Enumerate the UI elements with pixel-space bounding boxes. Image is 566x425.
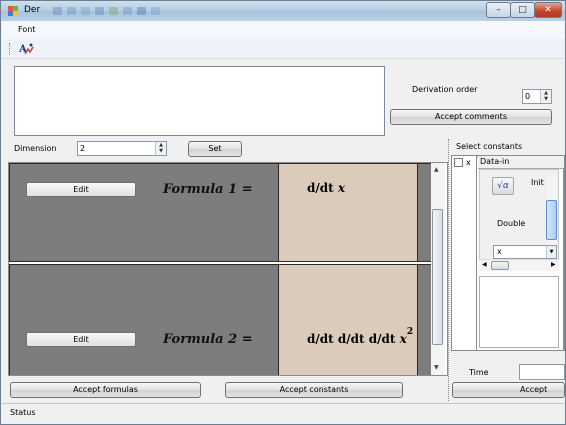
quick-access-icon — [151, 7, 160, 15]
close-button[interactable]: ✕ — [534, 2, 562, 18]
data-in-vscroll[interactable] — [546, 176, 557, 246]
dimension-value: 2 — [80, 144, 86, 153]
formula-row: Edit Formula 1 = d/dt x — [9, 163, 433, 262]
select-constants-label: Select constants — [456, 142, 523, 151]
formula-expression: d/dt x — [307, 181, 345, 195]
title-bar[interactable]: Der – □ ✕ — [1, 1, 565, 21]
spinner-arrows[interactable]: ▲ ▼ — [155, 142, 166, 155]
formula-operator: d/dt d/dt d/dt — [307, 332, 396, 346]
formula-expression: d/dt d/dt d/dt x2 — [307, 327, 413, 346]
formula-variable: x — [399, 332, 407, 346]
menu-item-font[interactable]: Font — [18, 25, 35, 34]
time-input[interactable] — [519, 364, 565, 380]
toolbar: A — [2, 39, 564, 59]
formula-display: d/dt x — [278, 164, 418, 261]
edit-formula-button[interactable]: Edit — [26, 182, 136, 197]
variable-select-value: x — [497, 247, 502, 256]
quick-access-icon — [109, 7, 118, 15]
scroll-left-icon[interactable]: ◀ — [482, 261, 487, 268]
constant-checkbox[interactable] — [454, 158, 463, 167]
quick-access-icon — [95, 7, 104, 15]
derivation-order-label: Derivation order — [412, 85, 478, 94]
formula-panel[interactable]: Edit Formula 1 = d/dt x Edit Formula 2 =… — [8, 162, 448, 376]
formula-title: Formula 1 = — [163, 182, 253, 197]
status-text: Status — [10, 408, 36, 417]
scroll-thumb[interactable] — [546, 200, 557, 240]
data-in-hscroll[interactable]: ◀ ▶ — [479, 259, 559, 271]
window-title: Der — [24, 5, 41, 15]
sqrt-alpha-button[interactable]: √α — [492, 177, 514, 195]
formula-exponent: 2 — [406, 327, 414, 337]
type-label: Double — [497, 219, 526, 228]
init-label: Init — [531, 178, 544, 187]
dimension-spinner[interactable]: 2 ▲ ▼ — [77, 141, 167, 156]
formula-scrollbar[interactable]: ▲ ▼ — [431, 163, 445, 375]
toolbar-grip[interactable] — [9, 43, 11, 55]
minimize-button[interactable]: – — [486, 2, 511, 18]
quick-access-icon — [137, 7, 146, 15]
formula-operator: d/dt — [307, 181, 334, 195]
scroll-thumb[interactable] — [432, 209, 443, 345]
set-button[interactable]: Set — [188, 141, 242, 157]
scroll-thumb[interactable] — [491, 261, 509, 270]
scroll-down-icon[interactable]: ▼ — [434, 364, 439, 371]
accept-data-label: Accept data — [520, 385, 548, 394]
menu-bar: Font — [2, 21, 564, 39]
formula-title: Formula 2 = — [163, 332, 253, 347]
formula-variable: x — [337, 181, 346, 195]
edit-formula-button[interactable]: Edit — [26, 332, 136, 347]
scroll-right-icon[interactable]: ▶ — [551, 261, 556, 268]
comments-textarea[interactable] — [14, 66, 385, 136]
status-bar: Status — [2, 403, 564, 424]
app-window: Der – □ ✕ Font A Derivation order 0 ▲ ▼ — [0, 0, 566, 425]
spin-down-icon[interactable]: ▼ — [541, 96, 551, 102]
formula-display: d/dt d/dt d/dt x2 — [278, 265, 418, 375]
time-label: Time — [469, 368, 489, 377]
data-in-header: Data-in — [478, 156, 564, 169]
constant-checkbox-label: x — [466, 158, 471, 167]
accept-comments-button[interactable]: Accept comments — [390, 109, 552, 125]
quick-access-icon — [53, 7, 62, 15]
derivation-order-value: 0 — [525, 92, 531, 101]
chevron-down-icon[interactable]: ▼ — [546, 246, 556, 258]
derivation-order-spinner[interactable]: 0 ▲ ▼ — [522, 89, 552, 104]
scroll-up-icon[interactable]: ▲ — [434, 166, 439, 173]
quick-access-icon — [81, 7, 90, 15]
accept-data-button[interactable]: Accept data — [452, 382, 565, 398]
app-icon — [8, 6, 18, 16]
data-in-output — [479, 276, 559, 348]
quick-access-icon — [67, 7, 76, 15]
accept-formulas-button[interactable]: Accept formulas — [10, 382, 201, 398]
formula-row: Edit Formula 2 = d/dt d/dt d/dt x2 — [9, 264, 433, 375]
variable-select[interactable]: x ▼ — [493, 245, 557, 259]
dimension-label: Dimension — [14, 144, 57, 153]
spin-down-icon[interactable]: ▼ — [156, 148, 166, 154]
accept-constants-button[interactable]: Accept constants — [225, 382, 403, 398]
quick-access-icon — [123, 7, 132, 15]
panel-splitter[interactable] — [448, 139, 450, 401]
formula-tool-icon[interactable]: A — [18, 41, 34, 57]
spinner-arrows[interactable]: ▲ ▼ — [540, 90, 551, 103]
maximize-button[interactable]: □ — [510, 2, 535, 18]
